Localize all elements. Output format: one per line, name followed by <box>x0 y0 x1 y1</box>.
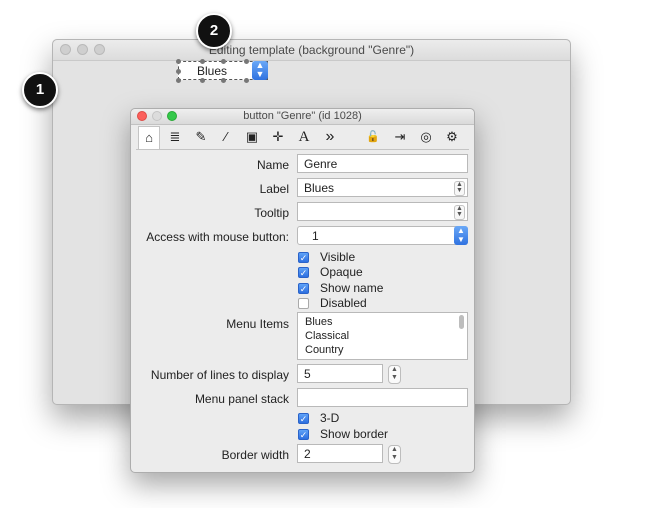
mouse-button-label: Access with mouse button: <box>146 230 289 244</box>
label-field-stepper-icon[interactable]: ▲ ▼ <box>454 181 465 196</box>
visible-label: Visible <box>320 250 356 264</box>
opaque-label: Opaque <box>320 265 363 279</box>
resize-handle[interactable] <box>221 78 226 83</box>
lock-icon[interactable]: 🔓 <box>362 126 384 148</box>
inspector-window: button "Genre" (id 1028) ⌂ ≣ ✎ ⁄ ▣ ✛ A »… <box>130 108 475 473</box>
resize-handle[interactable] <box>244 59 249 64</box>
menu-item-line: Country <box>305 344 344 356</box>
template-window-titlebar[interactable]: Editing template (background "Genre") <box>53 40 570 61</box>
wand-icon[interactable]: ⁄ <box>215 126 237 148</box>
show-name-label: Show name <box>320 281 384 295</box>
show-name-checkbox[interactable]: ✓ <box>298 283 309 294</box>
visible-checkbox[interactable]: ✓ <box>298 252 309 263</box>
lines-field[interactable]: 5 <box>297 364 383 383</box>
border-width-stepper-icon[interactable]: ▲ ▼ <box>388 445 401 464</box>
name-label: Name <box>256 158 289 172</box>
resize-handle[interactable] <box>176 59 181 64</box>
opaque-checkbox[interactable]: ✓ <box>298 267 309 278</box>
callout-2: 2 <box>196 13 232 49</box>
label-field[interactable]: Blues ▲ ▼ <box>297 178 468 197</box>
resize-handle[interactable] <box>176 78 181 83</box>
database-icon[interactable]: ≣ <box>164 126 186 148</box>
menu-stack-label: Menu panel stack <box>194 392 289 406</box>
export-icon[interactable]: ⇥ <box>389 126 411 148</box>
chevrons-icon[interactable]: » <box>319 126 341 148</box>
home-icon[interactable]: ⌂ <box>138 126 160 149</box>
border-width-label: Border width <box>221 448 289 462</box>
resize-handle[interactable] <box>200 59 205 64</box>
resize-handle[interactable] <box>221 59 226 64</box>
template-window-title: Editing template (background "Genre") <box>208 43 415 57</box>
inspector-titlebar[interactable]: button "Genre" (id 1028) <box>131 109 474 125</box>
resize-handle[interactable] <box>244 78 249 83</box>
popup-chevron-icon: ▲ ▼ <box>252 61 268 80</box>
tooltip-label: Tooltip <box>254 206 289 220</box>
3d-label: 3-D <box>320 411 340 425</box>
menu-item-line: Classical <box>305 330 350 342</box>
mouse-button-select[interactable]: 1 ▲ ▼ <box>297 226 468 245</box>
pencil-icon[interactable]: ✎ <box>190 126 212 148</box>
menu-stack-field[interactable] <box>297 388 468 407</box>
name-field[interactable]: Genre <box>297 154 468 173</box>
target-icon[interactable]: ◎ <box>415 126 437 148</box>
3d-checkbox[interactable]: ✓ <box>298 413 309 424</box>
callout-1: 1 <box>22 72 58 108</box>
tooltip-field[interactable]: ▲ ▼ <box>297 202 468 221</box>
lines-stepper-icon[interactable]: ▲ ▼ <box>388 365 401 384</box>
genre-popup-button[interactable]: Blues ▲ ▼ <box>176 59 268 83</box>
show-border-label: Show border <box>320 427 389 441</box>
resize-handle[interactable] <box>200 78 205 83</box>
popup-value: Blues <box>197 64 228 78</box>
menu-items-label: Menu Items <box>226 317 289 331</box>
mouse-button-value: 1 <box>312 229 319 243</box>
tooltip-field-stepper-icon[interactable]: ▲ ▼ <box>454 205 465 220</box>
border-width-field[interactable]: 2 <box>297 444 383 463</box>
show-border-checkbox[interactable]: ✓ <box>298 429 309 440</box>
text-icon[interactable]: A <box>293 126 315 148</box>
chevron-updown-icon: ▲ ▼ <box>454 226 468 245</box>
image-icon[interactable]: ▣ <box>241 126 263 148</box>
inspector-title: button "Genre" (id 1028) <box>243 110 362 122</box>
disabled-checkbox[interactable] <box>298 298 309 309</box>
resize-handle[interactable] <box>176 69 181 74</box>
menu-item-line: Blues <box>305 316 333 328</box>
label-label: Label <box>259 182 289 196</box>
disabled-label: Disabled <box>320 296 367 310</box>
inspector-toolbar: ⌂ ≣ ✎ ⁄ ▣ ✛ A » 🔓 ⇥ ◎ ⚙ <box>136 125 469 150</box>
label-field-value: Blues <box>304 181 335 195</box>
menu-items-scrollbar[interactable] <box>459 315 464 329</box>
lines-label: Number of lines to display <box>150 368 289 382</box>
gear-icon[interactable]: ⚙ <box>441 126 463 148</box>
move-icon[interactable]: ✛ <box>267 126 289 148</box>
menu-items-textarea[interactable]: Blues Classical Country <box>297 312 468 360</box>
